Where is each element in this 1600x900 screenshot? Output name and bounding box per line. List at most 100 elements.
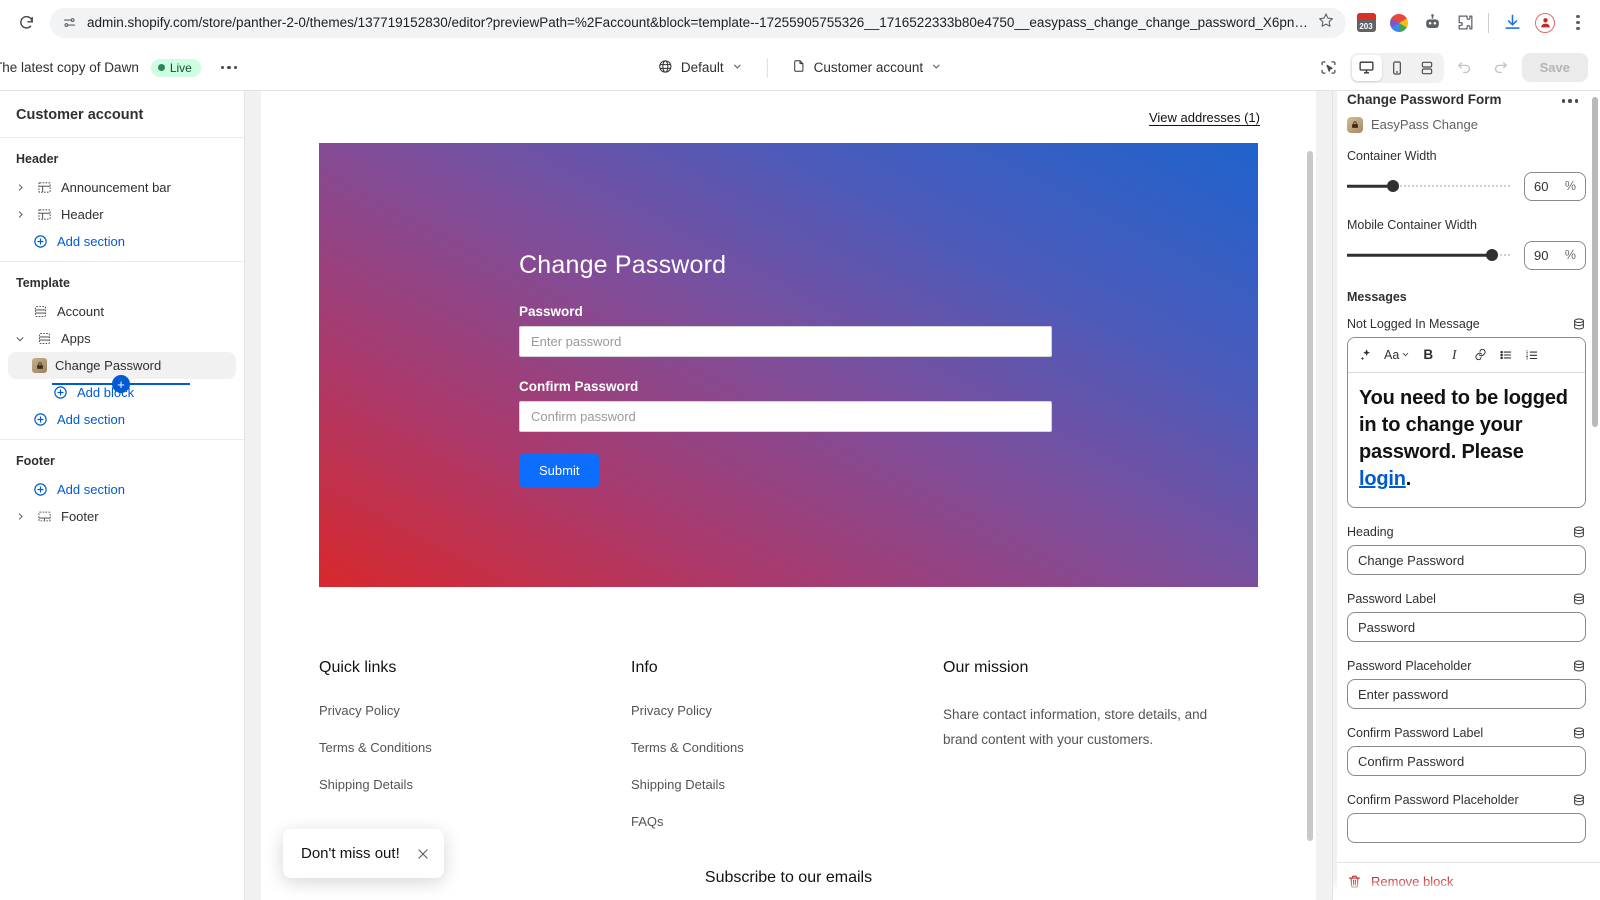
sidebar-item-label: Header <box>61 207 104 222</box>
dynamic-source-icon[interactable] <box>1572 525 1586 539</box>
block-more-actions-button[interactable] <box>1554 93 1587 109</box>
editor-topbar: The latest copy of Dawn Live Default <box>0 45 1600 91</box>
dynamic-source-icon[interactable] <box>1572 726 1586 740</box>
chevron-right-icon[interactable] <box>12 512 28 521</box>
password-placeholder-input[interactable]: Enter password <box>1347 679 1586 709</box>
sidebar-item-announcement-bar[interactable]: Announcement bar <box>8 174 236 201</box>
dynamic-source-icon[interactable] <box>1572 793 1586 807</box>
locale-selector[interactable]: Default <box>650 54 751 82</box>
puzzle-extensions-icon[interactable] <box>1455 13 1475 33</box>
add-section-button-header[interactable]: Add section <box>8 228 236 255</box>
color-wheel-extension-icon[interactable] <box>1389 13 1409 33</box>
dynamic-source-icon[interactable] <box>1572 592 1586 606</box>
profile-avatar-icon[interactable] <box>1535 13 1555 33</box>
device-mobile-button[interactable] <box>1382 55 1412 81</box>
sidebar-group-label: Header <box>0 148 244 174</box>
redo-button[interactable] <box>1486 54 1516 82</box>
container-width-value: 60 <box>1534 179 1548 194</box>
text-style-icon[interactable]: Aa <box>1380 343 1414 367</box>
change-password-form-section: Change Password Password Enter password … <box>319 143 1258 587</box>
calendar-extension-icon[interactable]: 203 <box>1356 13 1376 33</box>
submit-button[interactable]: Submit <box>519 454 599 487</box>
numbered-list-icon[interactable]: 1 2 3 <box>1520 343 1544 367</box>
password-input[interactable]: Enter password <box>519 326 1052 357</box>
bulleted-list-icon[interactable] <box>1494 343 1518 367</box>
add-section-button-footer[interactable]: Add section <box>8 476 236 503</box>
confirm-password-input[interactable]: Confirm password <box>519 401 1052 432</box>
footer-link[interactable]: Shipping Details <box>319 777 631 792</box>
footer-link[interactable]: Terms & Conditions <box>631 740 943 755</box>
ai-magic-icon[interactable] <box>1354 343 1378 367</box>
remove-block-button[interactable]: Remove block <box>1333 862 1600 900</box>
inspect-tool-icon[interactable] <box>1314 54 1344 82</box>
footer-link[interactable]: FAQs <box>631 814 943 829</box>
plus-circle-icon <box>52 385 69 400</box>
sidebar-item-apps[interactable]: Apps <box>8 325 236 352</box>
confirm-password-label-setting: Confirm Password Label Confirm Password <box>1347 726 1586 776</box>
browser-menu-icon[interactable] <box>1568 13 1588 33</box>
device-fullscreen-button[interactable] <box>1412 55 1442 81</box>
site-settings-icon[interactable] <box>62 15 77 30</box>
confirm-password-placeholder-input[interactable] <box>1347 813 1586 843</box>
device-desktop-button[interactable] <box>1352 55 1382 81</box>
footer-link[interactable]: Privacy Policy <box>319 703 631 718</box>
globe-icon <box>658 59 673 77</box>
svg-text:3: 3 <box>1526 355 1529 360</box>
footer-link[interactable]: Shipping Details <box>631 777 943 792</box>
plus-circle-icon <box>32 482 49 497</box>
confirm-password-label-input[interactable]: Confirm Password <box>1347 746 1586 776</box>
sidebar-item-footer[interactable]: Footer <box>8 503 236 530</box>
reload-icon[interactable] <box>12 9 40 37</box>
address-bar[interactable]: admin.shopify.com/store/panther-2-0/them… <box>50 8 1346 38</box>
change-password-form: Change Password Password Enter password … <box>319 143 1258 487</box>
save-button[interactable]: Save <box>1522 53 1588 82</box>
remove-block-label: Remove block <box>1371 874 1453 889</box>
view-addresses-link[interactable]: View addresses (1) <box>1149 110 1260 125</box>
mobile-container-width-slider[interactable] <box>1347 248 1512 262</box>
chevron-down-icon[interactable] <box>12 334 28 344</box>
sidebar-item-account[interactable]: Account <box>8 298 236 325</box>
rte-content[interactable]: You need to be logged in to change your … <box>1348 373 1585 508</box>
rte-text-after: . <box>1406 468 1411 490</box>
dynamic-source-icon[interactable] <box>1572 659 1586 673</box>
italic-icon[interactable]: I <box>1442 343 1466 367</box>
browser-toolbar: admin.shopify.com/store/panther-2-0/them… <box>0 0 1600 45</box>
chevron-right-icon[interactable] <box>12 210 28 219</box>
add-block-button[interactable]: Add block <box>8 379 236 406</box>
sidebar-item-label: Apps <box>61 331 91 346</box>
chevron-right-icon[interactable] <box>12 183 28 192</box>
form-heading: Change Password <box>519 251 1258 280</box>
bookmark-star-icon[interactable] <box>1318 12 1334 33</box>
mobile-container-width-label: Mobile Container Width <box>1347 218 1586 232</box>
container-width-input[interactable]: 60 % <box>1524 172 1586 201</box>
rte-login-link[interactable]: login <box>1359 468 1406 490</box>
preview-scrollbar[interactable] <box>1307 151 1313 841</box>
sidebar-item-header[interactable]: Header <box>8 201 236 228</box>
footer-link[interactable]: Terms & Conditions <box>319 740 631 755</box>
device-toggle-group <box>1350 53 1444 83</box>
downloads-icon[interactable] <box>1502 13 1522 33</box>
settings-scrollbar[interactable] <box>1592 97 1598 427</box>
sidebar-item-change-password[interactable]: Change Password + <box>8 352 236 379</box>
theme-more-actions-button[interactable] <box>213 60 246 76</box>
dynamic-source-icon[interactable] <box>1572 317 1586 331</box>
robot-extension-icon[interactable] <box>1422 13 1442 33</box>
bold-icon[interactable]: B <box>1416 343 1440 367</box>
page-selector[interactable]: Customer account <box>784 53 951 82</box>
password-label-input[interactable]: Password <box>1347 612 1586 642</box>
preview-footer: Quick links Privacy Policy Terms & Condi… <box>261 587 1316 851</box>
password-placeholder-label: Password Placeholder <box>1347 659 1471 673</box>
link-icon[interactable] <box>1468 343 1492 367</box>
undo-button[interactable] <box>1450 54 1480 82</box>
footer-link[interactable]: Privacy Policy <box>631 703 943 718</box>
editor-workspace: Customer account Header Announcement bar <box>0 91 1600 900</box>
container-width-label: Container Width <box>1347 149 1586 163</box>
mobile-container-width-input[interactable]: 90 % <box>1524 241 1586 270</box>
toolbar-divider <box>1488 13 1489 33</box>
heading-input[interactable]: Change Password <box>1347 545 1586 575</box>
app-thumb-icon <box>1347 117 1363 133</box>
add-section-button-template[interactable]: Add section <box>8 406 236 433</box>
messages-section-heading: Messages <box>1347 290 1586 304</box>
close-icon[interactable] <box>416 847 430 861</box>
container-width-slider[interactable] <box>1347 179 1512 193</box>
